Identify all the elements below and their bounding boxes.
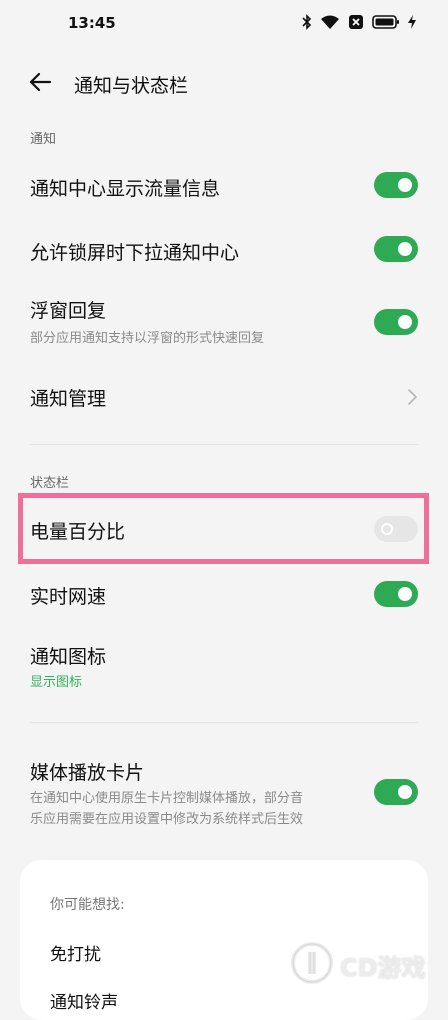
row-floating-reply[interactable]: 浮窗回复 部分应用通知支持以浮窗的形式快速回复	[0, 290, 448, 356]
toggle-traffic-info[interactable]	[374, 172, 418, 198]
toggle-lockscreen-pulldown[interactable]	[374, 236, 418, 262]
row-subtitle: 显示图标	[30, 675, 83, 690]
highlight-annotation	[18, 493, 429, 564]
sim-off-icon	[348, 14, 364, 30]
row-title: 浮窗回复	[30, 300, 107, 322]
row-title: 允许锁屏时下拉通知中心	[30, 242, 240, 264]
divider	[30, 444, 418, 445]
suggestions-card: 你可能想找: 免打扰 通知铃声	[20, 860, 428, 1020]
watermark: CD游戏	[290, 942, 440, 988]
toggle-floating-reply[interactable]	[374, 309, 418, 335]
chevron-right-icon	[406, 388, 418, 406]
row-subtitle-line1: 在通知中心使用原生卡片控制媒体播放，部分音	[30, 791, 304, 806]
watermark-text: CD游戏	[340, 953, 426, 982]
row-title: 媒体播放卡片	[30, 762, 145, 784]
toggle-realtime-speed[interactable]	[374, 581, 418, 607]
row-subtitle: 部分应用通知支持以浮窗的形式快速回复	[30, 331, 265, 346]
row-title: 通知管理	[30, 388, 107, 410]
row-lockscreen-pulldown[interactable]: 允许锁屏时下拉通知中心	[0, 224, 448, 278]
row-title: 通知中心显示流量信息	[30, 178, 221, 200]
battery-icon	[372, 14, 400, 30]
suggestion-item[interactable]: 免打扰	[50, 940, 101, 965]
wifi-icon	[320, 14, 340, 30]
page-title: 通知与状态栏	[74, 75, 189, 97]
divider	[30, 722, 418, 723]
row-traffic-info[interactable]: 通知中心显示流量信息	[0, 160, 448, 214]
cd-logo-icon	[290, 941, 334, 989]
row-notification-icons[interactable]: 通知图标 显示图标	[0, 636, 448, 702]
row-title: 通知图标	[30, 646, 107, 668]
suggestions-heading: 你可能想找:	[50, 897, 125, 913]
suggestion-item[interactable]: 通知铃声	[50, 988, 118, 1013]
arrow-left-icon	[28, 72, 52, 96]
toggle-media-card[interactable]	[374, 779, 418, 805]
section-label-statusbar: 状态栏	[30, 476, 70, 491]
status-icons	[302, 14, 416, 30]
status-bar: 13:45	[0, 0, 448, 52]
row-realtime-speed[interactable]: 实时网速	[0, 568, 448, 622]
row-title: 实时网速	[30, 586, 107, 608]
row-subtitle-line2: 乐应用需要在应用设置中修改为系统样式后生效	[30, 812, 304, 827]
row-media-card[interactable]: 媒体播放卡片 在通知中心使用原生卡片控制媒体播放，部分音 乐应用需要在应用设置中…	[0, 756, 448, 838]
bluetooth-icon	[302, 14, 312, 30]
header: 通知与状态栏	[0, 60, 448, 108]
charging-icon	[408, 15, 416, 29]
section-label-notify: 通知	[30, 132, 57, 147]
row-notification-management[interactable]: 通知管理	[0, 370, 448, 424]
status-time: 13:45	[68, 14, 116, 32]
back-button[interactable]	[22, 66, 58, 102]
